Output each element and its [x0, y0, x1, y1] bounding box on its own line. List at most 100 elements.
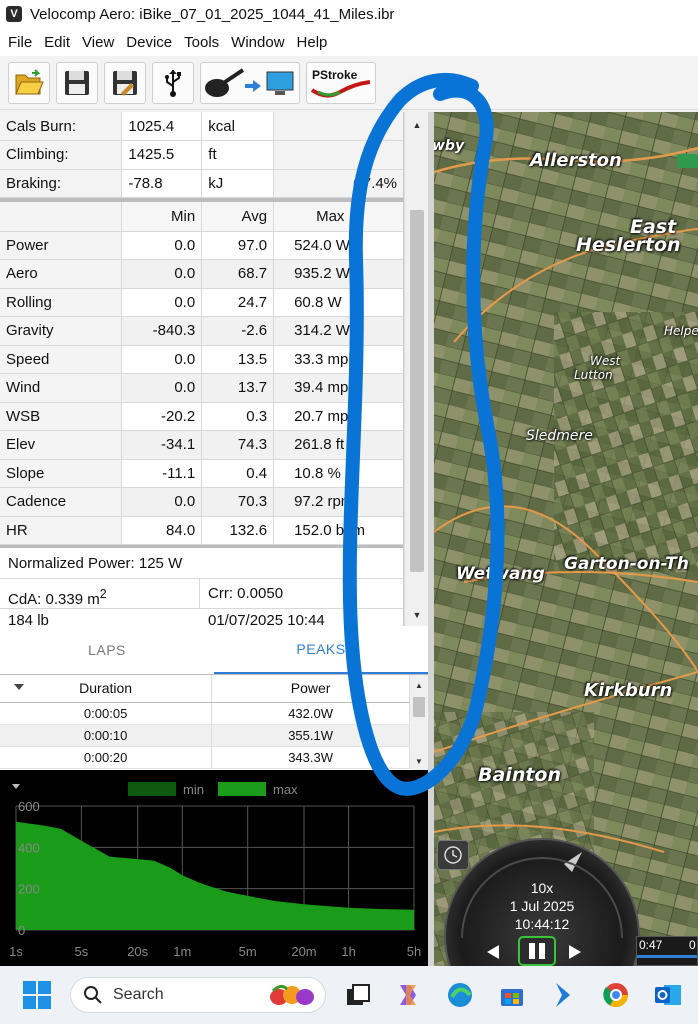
- sort-caret-icon: [14, 684, 24, 690]
- cda-value: CdA: 0.339 m2: [0, 579, 200, 608]
- menu-view[interactable]: View: [78, 34, 118, 51]
- map-label: Helperth: [664, 324, 698, 338]
- legend-swatch: [128, 782, 176, 796]
- peaks-scrollbar-thumb[interactable]: [413, 697, 425, 717]
- summary-unit: ft: [201, 140, 275, 170]
- stats-header-row: Min Avg Max: [0, 202, 403, 232]
- weight-date-row: 184 lb 01/07/2025 10:44: [0, 609, 403, 626]
- store-icon: [501, 989, 523, 1006]
- timeline-strip[interactable]: 0:47 0: [636, 936, 698, 966]
- microsoft-store-button[interactable]: [496, 979, 528, 1011]
- stats-min: 0.0: [121, 487, 203, 517]
- task-view-button[interactable]: [342, 979, 374, 1011]
- tab-peaks[interactable]: PEAKS: [214, 626, 428, 674]
- stats-row: Elev -34.1 74.3 261.8 ft: [0, 430, 403, 460]
- stats-label: Speed: [0, 345, 123, 374]
- pause-icon: [539, 943, 545, 959]
- peaks-scroll-up-icon[interactable]: ▲: [410, 679, 428, 693]
- peaks-header-power[interactable]: Power: [211, 675, 410, 703]
- copilot-icon: [400, 985, 416, 1005]
- device-upload-button[interactable]: [200, 61, 300, 104]
- stats-header-min: Min: [121, 202, 203, 232]
- stats-row: HR 84.0 132.6 152.0 bpm: [0, 516, 403, 545]
- task-view-icon: [347, 984, 370, 1005]
- stats-max: 20.7 mph: [273, 402, 403, 431]
- save-button[interactable]: [56, 61, 98, 104]
- copilot-button[interactable]: [392, 979, 424, 1011]
- stats-max: 314.2 W: [273, 316, 403, 346]
- peaks-duration-cell: 0:00:10: [0, 724, 213, 747]
- peaks-row[interactable]: 0:00:20 343.3W: [0, 746, 410, 769]
- x-tick-label: 1m: [173, 944, 191, 959]
- peaks-row[interactable]: 0:00:05 432.0W: [0, 702, 410, 725]
- stats-min: -34.1: [121, 430, 203, 460]
- menu-window[interactable]: Window: [227, 34, 288, 51]
- taskbar-search[interactable]: Search: [70, 977, 326, 1013]
- device-to-computer-icon: [205, 67, 294, 97]
- scrollbar-thumb[interactable]: [410, 210, 424, 572]
- playback-date: 1 Jul 2025: [509, 898, 575, 914]
- floppy-edit-icon: [113, 70, 137, 96]
- x-tick-label: 1h: [341, 944, 355, 959]
- chart-menu-caret-icon[interactable]: [12, 784, 20, 789]
- stats-min: 0.0: [121, 288, 203, 317]
- peaks-header-duration[interactable]: Duration: [0, 675, 213, 703]
- search-icon: [84, 986, 102, 1004]
- series-max-area: [16, 821, 414, 930]
- toolbar: PStroke: [0, 56, 698, 110]
- pause-button[interactable]: [518, 936, 556, 966]
- stats-label: Slope: [0, 459, 123, 488]
- usb-icon: [165, 69, 181, 97]
- chrome-browser-button[interactable]: [600, 979, 632, 1011]
- scroll-down-arrow-icon[interactable]: ▼: [405, 606, 429, 624]
- usb-device-button[interactable]: [152, 61, 194, 104]
- summary-value: -78.8: [121, 169, 203, 198]
- rewind-button[interactable]: [478, 938, 508, 966]
- stats-row: Slope -11.1 0.4 10.8 %: [0, 459, 403, 488]
- forward-button[interactable]: [560, 938, 590, 966]
- peaks-scroll-down-icon[interactable]: ▼: [410, 755, 428, 769]
- save-as-button[interactable]: [104, 61, 146, 104]
- stats-min: -11.1: [121, 459, 203, 488]
- stats-header-max: Max: [273, 202, 403, 232]
- summary-extra: [273, 140, 403, 170]
- open-file-button[interactable]: [8, 61, 50, 104]
- stats-avg: 68.7: [201, 259, 275, 289]
- summary-extra: [273, 112, 403, 141]
- peaks-row[interactable]: 0:00:10 355.1W: [0, 724, 410, 747]
- stats-row: Cadence 0.0 70.3 97.2 rpm: [0, 487, 403, 517]
- menu-tools[interactable]: Tools: [180, 34, 223, 51]
- stats-header-avg: Avg: [201, 202, 275, 232]
- stats-scrollbar[interactable]: ▲ ▼: [404, 112, 428, 626]
- windows-logo-icon: [23, 981, 51, 1009]
- y-tick-label: 0: [18, 923, 25, 938]
- peaks-header-row: Duration Power: [0, 675, 410, 703]
- x-tick-label: 5s: [75, 944, 89, 959]
- stats-row: Power 0.0 97.0 524.0 W: [0, 231, 403, 260]
- power-automate-button[interactable]: [548, 979, 580, 1011]
- map-label: Heslerton: [576, 234, 681, 256]
- stats-max: 261.8 ft: [273, 430, 403, 460]
- menu-device[interactable]: Device: [122, 34, 176, 51]
- menu-edit[interactable]: Edit: [40, 34, 74, 51]
- tab-laps[interactable]: LAPS: [0, 626, 214, 674]
- stats-label: HR: [0, 516, 123, 545]
- scroll-up-arrow-icon[interactable]: ▲: [405, 116, 429, 134]
- stats-label: Gravity: [0, 316, 123, 346]
- peaks-duration-cell: 0:00:05: [0, 702, 213, 725]
- stats-row: Wind 0.0 13.7 39.4 mph: [0, 373, 403, 403]
- stats-avg: 0.3: [201, 402, 275, 431]
- stats-row: Aero 0.0 68.7 935.2 W: [0, 259, 403, 289]
- stats-max: 152.0 bpm: [273, 516, 403, 545]
- stats-max: 39.4 mph: [273, 373, 403, 403]
- outlook-button[interactable]: [652, 979, 684, 1011]
- start-button[interactable]: [22, 980, 52, 1010]
- edge-browser-button[interactable]: [444, 979, 476, 1011]
- pstroke-button[interactable]: PStroke: [306, 61, 376, 104]
- menu-file[interactable]: File: [4, 34, 36, 51]
- summary-row-cals: Cals Burn: 1025.4 kcal: [0, 112, 403, 141]
- menu-help[interactable]: Help: [293, 34, 332, 51]
- summary-table: Cals Burn: 1025.4 kcal Climbing: 1425.5 …: [0, 112, 403, 198]
- peaks-scrollbar[interactable]: ▲ ▼: [410, 675, 428, 771]
- x-tick-label: 5m: [239, 944, 257, 959]
